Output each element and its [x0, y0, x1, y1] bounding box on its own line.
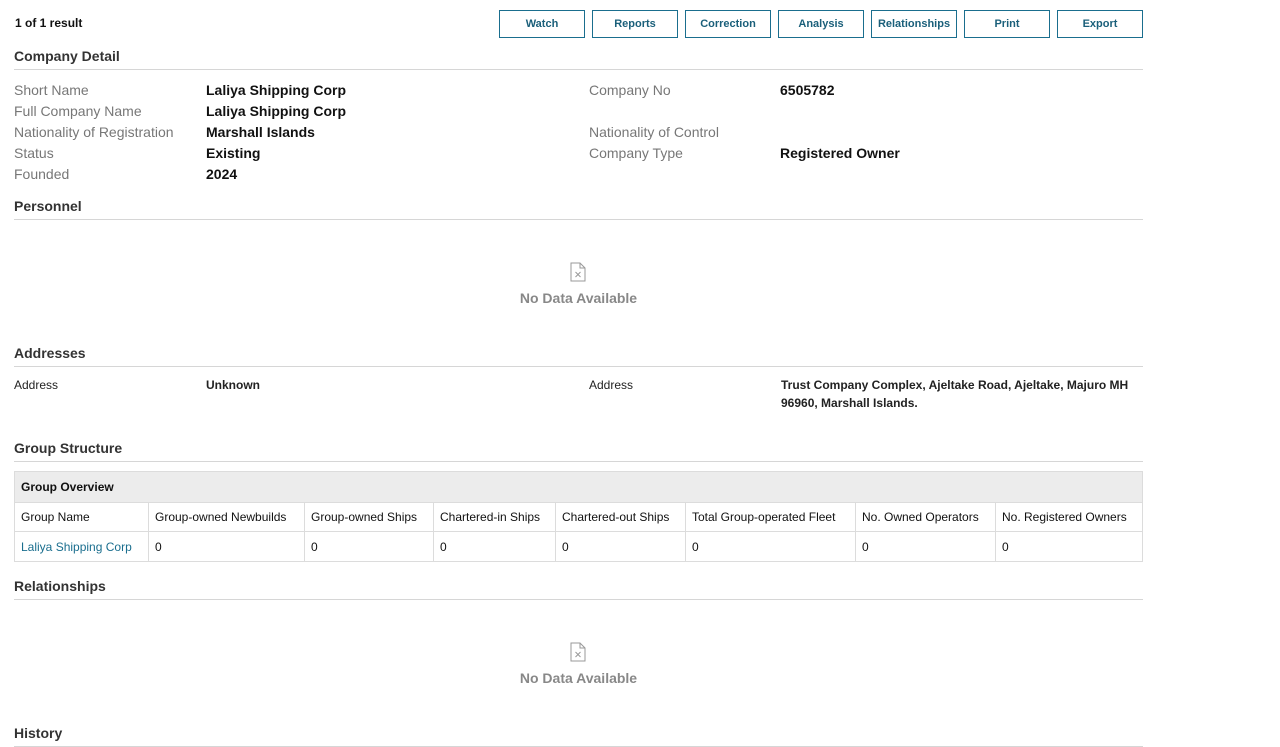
status-label: Status — [14, 145, 54, 161]
no-data-document-icon — [570, 262, 586, 282]
founded-value: 2024 — [206, 166, 238, 182]
personnel-heading: Personnel — [14, 198, 1143, 220]
addresses-grid: Address Unknown Address Trust Company Co… — [14, 367, 1143, 433]
group-overview-table: Group Overview Group Name Group-owned Ne… — [14, 471, 1143, 562]
column-header: Group-owned Newbuilds — [148, 502, 305, 532]
company-type-label: Company Type — [589, 145, 683, 161]
analysis-button[interactable]: Analysis — [778, 10, 864, 38]
relationships-empty-state: No Data Available — [14, 600, 1143, 725]
address-right-value-line1: Trust Company Complex, Ajeltake Road, Aj… — [781, 378, 1129, 392]
company-detail-heading: Company Detail — [14, 48, 1143, 70]
column-header: No. Owned Operators — [855, 502, 996, 532]
personnel-no-data-text: No Data Available — [519, 290, 638, 306]
status-value: Existing — [206, 145, 261, 161]
no-data-document-icon — [570, 642, 586, 662]
group-structure-heading: Group Structure — [14, 440, 1143, 462]
result-count: 1 of 1 result — [15, 16, 83, 30]
history-heading: History — [14, 725, 1143, 747]
table-cell: 0 — [148, 531, 305, 562]
addresses-heading: Addresses — [14, 345, 1143, 367]
column-header: Group-owned Ships — [304, 502, 434, 532]
group-overview-title: Group Overview — [14, 471, 1143, 503]
relationships-button[interactable]: Relationships — [871, 10, 957, 38]
column-header: Chartered-in Ships — [433, 502, 556, 532]
action-toolbar: Watch Reports Correction Analysis Relati… — [499, 10, 1143, 38]
company-no-value: 6505782 — [780, 82, 835, 98]
address-right-value-line2: 96960, Marshall Islands. — [781, 396, 918, 410]
column-header: No. Registered Owners — [995, 502, 1143, 532]
column-header: Chartered-out Ships — [555, 502, 686, 532]
full-name-label: Full Company Name — [14, 103, 142, 119]
print-button[interactable]: Print — [964, 10, 1050, 38]
table-cell: 0 — [855, 531, 996, 562]
table-cell: 0 — [555, 531, 686, 562]
table-cell: 0 — [433, 531, 556, 562]
company-no-label: Company No — [589, 82, 671, 98]
address-right-label: Address — [589, 378, 634, 392]
full-name-value: Laliya Shipping Corp — [206, 103, 347, 119]
address-left-value: Unknown — [206, 378, 260, 392]
export-button[interactable]: Export — [1057, 10, 1143, 38]
nationality-registration-label: Nationality of Registration — [14, 124, 174, 140]
watch-button[interactable]: Watch — [499, 10, 585, 38]
personnel-empty-state: No Data Available — [14, 220, 1143, 345]
relationships-heading: Relationships — [14, 578, 1143, 600]
relationships-no-data-text: No Data Available — [519, 670, 638, 686]
address-left-label: Address — [14, 378, 59, 392]
group-name-link[interactable]: Laliya Shipping Corp — [21, 540, 132, 554]
table-row: Laliya Shipping Corp 0 0 0 0 0 0 0 — [14, 531, 1143, 562]
column-header: Total Group-operated Fleet — [685, 502, 856, 532]
short-name-label: Short Name — [14, 82, 89, 98]
table-cell: 0 — [995, 531, 1143, 562]
table-cell: 0 — [304, 531, 434, 562]
group-name-cell[interactable]: Laliya Shipping Corp — [14, 531, 149, 562]
table-cell: 0 — [685, 531, 856, 562]
reports-button[interactable]: Reports — [592, 10, 678, 38]
nationality-control-label: Nationality of Control — [589, 124, 719, 140]
company-detail-grid: Short Name Laliya Shipping Corp Company … — [14, 70, 1143, 190]
nationality-registration-value: Marshall Islands — [206, 124, 315, 140]
company-type-value: Registered Owner — [780, 145, 900, 161]
correction-button[interactable]: Correction — [685, 10, 771, 38]
short-name-value: Laliya Shipping Corp — [206, 82, 347, 98]
column-header: Group Name — [14, 502, 149, 532]
founded-label: Founded — [14, 166, 70, 182]
